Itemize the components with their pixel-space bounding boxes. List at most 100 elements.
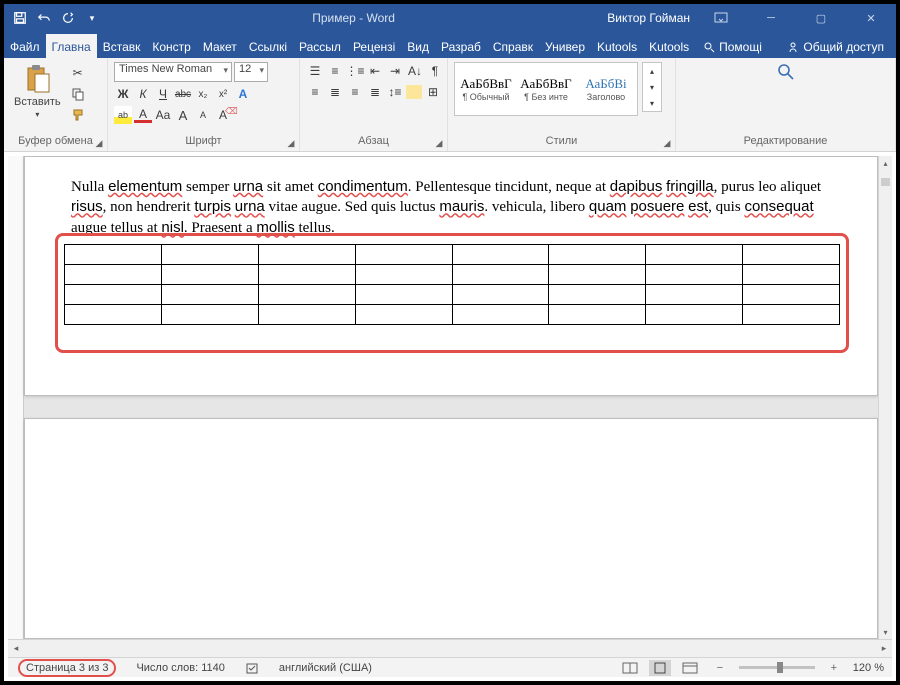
vertical-scrollbar[interactable]: ▴ ▾ [878,156,892,639]
bullets-button[interactable]: ☰ [306,62,324,80]
table-cell[interactable] [549,265,646,285]
share-button[interactable]: Общий доступ [779,36,896,58]
clear-format-button[interactable]: A⌫ [214,106,232,124]
scroll-thumb[interactable] [881,178,890,186]
table-cell[interactable] [258,305,355,325]
table-cell[interactable] [161,285,258,305]
tab-kutools[interactable]: Kutools [591,34,643,58]
qat-customize-icon[interactable]: ▾ [84,10,100,26]
style-item[interactable]: АаБбВвГ¶ Обычный [457,65,515,113]
table-cell[interactable] [549,285,646,305]
font-size-select[interactable]: 12 [234,62,268,82]
cut-icon[interactable]: ✂ [69,64,87,82]
word-count[interactable]: Число слов: 1140 [126,658,234,677]
table-cell[interactable] [646,265,743,285]
close-button[interactable]: ✕ [852,4,890,32]
table-cell[interactable] [161,245,258,265]
style-item[interactable]: АаБбВіЗаголово [577,65,635,113]
page-next[interactable] [24,418,878,639]
find-button[interactable] [776,62,796,82]
document-paragraph[interactable]: Nulla elementum semper urna sit amet con… [71,177,831,238]
tab-макет[interactable]: Макет [197,34,243,58]
tab-вставк[interactable]: Вставк [97,34,147,58]
superscript-button[interactable]: x² [214,85,232,103]
justify-button[interactable]: ≣ [366,83,384,101]
tab-справк[interactable]: Справк [487,34,539,58]
tab-ссылкі[interactable]: Ссылкі [243,34,293,58]
align-center-button[interactable]: ≣ [326,83,344,101]
align-right-button[interactable]: ≡ [346,83,364,101]
bold-button[interactable]: Ж [114,85,132,103]
text-effects-button[interactable]: A [234,85,252,103]
scroll-right-icon[interactable]: ▸ [876,640,892,657]
zoom-level[interactable]: 120 % [853,662,884,674]
indent-left-button[interactable]: ⇤ [366,62,384,80]
table-cell[interactable] [452,305,549,325]
numbering-button[interactable]: ≡ [326,62,344,80]
line-spacing-button[interactable]: ↕≡ [386,83,404,101]
maximize-button[interactable]: ▢ [802,4,840,32]
ribbon-options-icon[interactable] [702,4,740,32]
table-cell[interactable] [355,305,452,325]
table-cell[interactable] [355,285,452,305]
table-cell[interactable] [743,265,840,285]
indent-right-button[interactable]: ⇥ [386,62,404,80]
case-button[interactable]: Aa [154,106,172,124]
copy-icon[interactable] [69,85,87,103]
horizontal-scrollbar[interactable]: ◂ ▸ [8,639,892,657]
table-cell[interactable] [743,285,840,305]
table-cell[interactable] [743,305,840,325]
grow-font-button[interactable]: A [174,106,192,124]
scroll-left-icon[interactable]: ◂ [8,640,24,657]
vertical-ruler[interactable] [8,156,24,657]
save-icon[interactable] [12,10,28,26]
tell-me-button[interactable]: Помощі [695,36,770,58]
tab-рецензі[interactable]: Рецензі [347,34,401,58]
underline-button[interactable]: Ч [154,85,172,103]
font-color-button[interactable]: A [134,108,152,123]
table-cell[interactable] [258,265,355,285]
tab-вид[interactable]: Вид [401,34,435,58]
page[interactable]: Nulla elementum semper urna sit amet con… [24,156,878,396]
styles-launcher-icon[interactable]: ◢ [661,137,673,149]
tab-универ[interactable]: Универ [539,34,591,58]
borders-button[interactable]: ⊞ [424,83,442,101]
styles-gallery[interactable]: АаБбВвГ¶ ОбычныйАаБбВвГ¶ Без интеАаБбВіЗ… [454,62,638,116]
table-cell[interactable] [743,245,840,265]
subscript-button[interactable]: x₂ [194,85,212,103]
proofing-button[interactable] [235,658,269,677]
italic-button[interactable]: К [134,85,152,103]
table-cell[interactable] [161,305,258,325]
styles-more-icon[interactable]: ▾ [643,95,661,111]
web-layout-icon[interactable] [679,660,701,676]
table-cell[interactable] [65,305,162,325]
print-layout-icon[interactable] [649,660,671,676]
table-cell[interactable] [646,245,743,265]
scroll-down-icon[interactable]: ▾ [879,625,892,639]
format-painter-icon[interactable] [69,106,87,124]
document-table[interactable] [64,244,840,325]
language-indicator[interactable]: английский (США) [269,658,382,677]
styles-row-down-icon[interactable]: ▾ [643,79,661,95]
tab-разраб[interactable]: Разраб [435,34,487,58]
shading-button[interactable] [406,85,422,99]
table-cell[interactable] [258,245,355,265]
undo-icon[interactable] [36,10,52,26]
tab-рассыл[interactable]: Рассыл [293,34,347,58]
align-left-button[interactable]: ≡ [306,83,324,101]
tab-главна[interactable]: Главна [46,34,97,58]
tab-файл[interactable]: Файл [4,34,46,58]
zoom-in-button[interactable]: + [823,660,845,676]
show-marks-button[interactable]: ¶ [426,62,444,80]
page-indicator[interactable]: Страница 3 из 3 [18,659,116,677]
zoom-slider[interactable] [739,666,815,669]
table-cell[interactable] [65,265,162,285]
multilevel-button[interactable]: ⋮≡ [346,62,364,80]
redo-icon[interactable] [60,10,76,26]
table-cell[interactable] [549,245,646,265]
highlight-button[interactable]: ab [114,106,132,124]
table-cell[interactable] [161,265,258,285]
zoom-out-button[interactable]: − [709,660,731,676]
paste-button[interactable]: Вставить ▾ [10,62,65,121]
scroll-up-icon[interactable]: ▴ [879,156,892,170]
